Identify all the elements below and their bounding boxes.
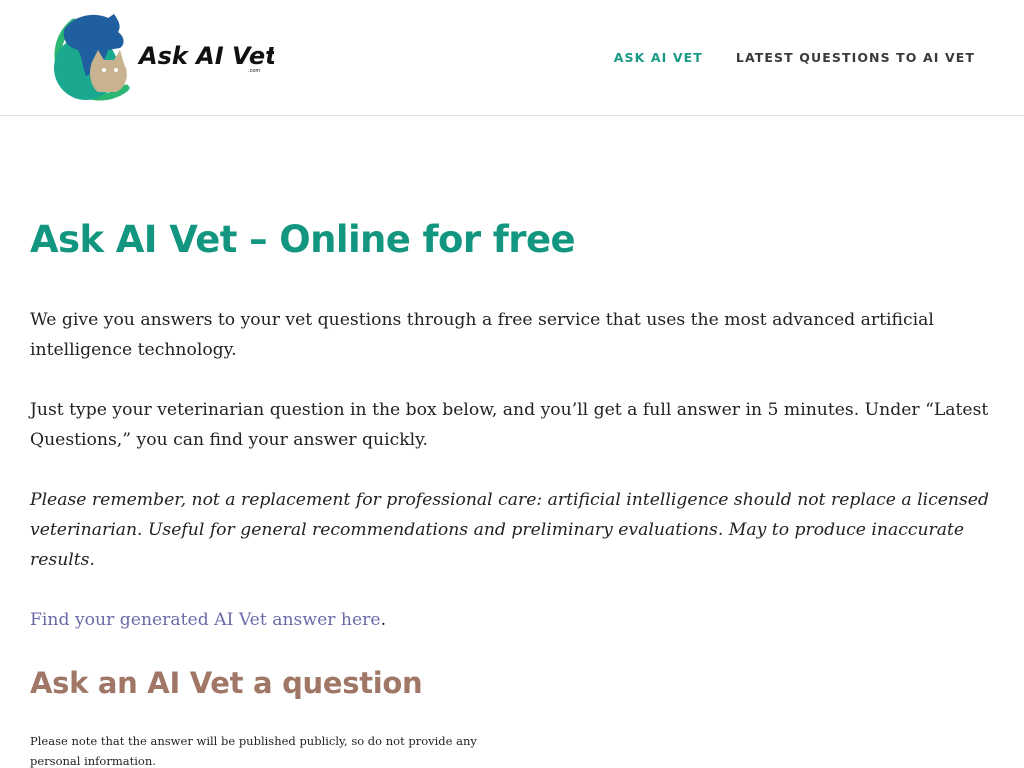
main-nav: ASK AI VET LATEST QUESTIONS TO AI VET (614, 50, 975, 65)
logo-text: Ask AI Vet (137, 42, 274, 70)
instructions-paragraph: Just type your veterinarian question in … (30, 400, 989, 450)
privacy-note: Please note that the answer will be publ… (30, 734, 477, 768)
section-title: Ask an AI Vet a question (30, 666, 423, 700)
answer-link-suffix: . (380, 610, 387, 630)
find-answer-link[interactable]: Find your generated AI Vet answer here (30, 610, 381, 630)
nav-item-latest-questions[interactable]: LATEST QUESTIONS TO AI VET (736, 50, 975, 65)
answer-link-paragraph: Find your generated AI Vet answer here. (30, 605, 992, 635)
dog-cat-logo-icon: Ask AI Vet .com (54, 14, 274, 101)
page-title: Ask AI Vet – Online for free (30, 218, 576, 261)
site-logo[interactable]: Ask AI Vet .com (34, 10, 274, 106)
logo-subtext: .com (248, 68, 260, 74)
disclaimer-paragraph: Please remember, not a replacement for p… (30, 490, 989, 570)
site-header: Ask AI Vet .com ASK AI VET LATEST QUESTI… (0, 0, 1024, 116)
nav-item-ask-ai-vet[interactable]: ASK AI VET (614, 50, 703, 65)
intro-paragraph: We give you answers to your vet question… (30, 310, 934, 360)
